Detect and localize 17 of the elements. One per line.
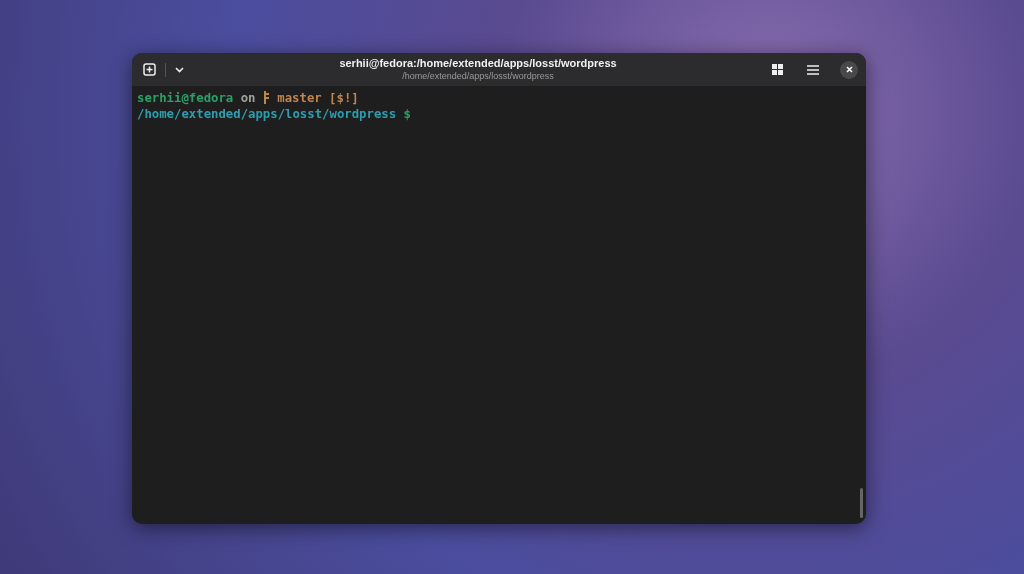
prompt-text: /home/extended/apps/losst/wordpress: [137, 107, 397, 121]
prompt-text: $: [402, 107, 411, 121]
chevron-down-icon: [175, 66, 184, 73]
prompt-text: serhii@fedora: [137, 91, 234, 105]
prompt-text: master [$!]: [276, 91, 359, 105]
new-tab-button[interactable]: [140, 60, 159, 79]
prompt-text: on: [239, 91, 257, 105]
close-button[interactable]: [840, 60, 858, 79]
grid-icon: [772, 64, 783, 75]
overview-button[interactable]: [769, 61, 786, 78]
plus-square-icon: [143, 63, 156, 76]
menu-icon: [807, 64, 819, 75]
close-icon: [845, 66, 853, 73]
window-subtitle: /home/extended/apps/losst/wordpress: [402, 69, 554, 83]
terminal-area[interactable]: serhii@fedora on master [$!] /home/extended/apps/losst/wordpress $: [132, 86, 866, 524]
window-title: serhii@fedora:/home/extended/apps/losst/wordpress: [339, 56, 617, 70]
scrollbar[interactable]: [860, 488, 863, 518]
